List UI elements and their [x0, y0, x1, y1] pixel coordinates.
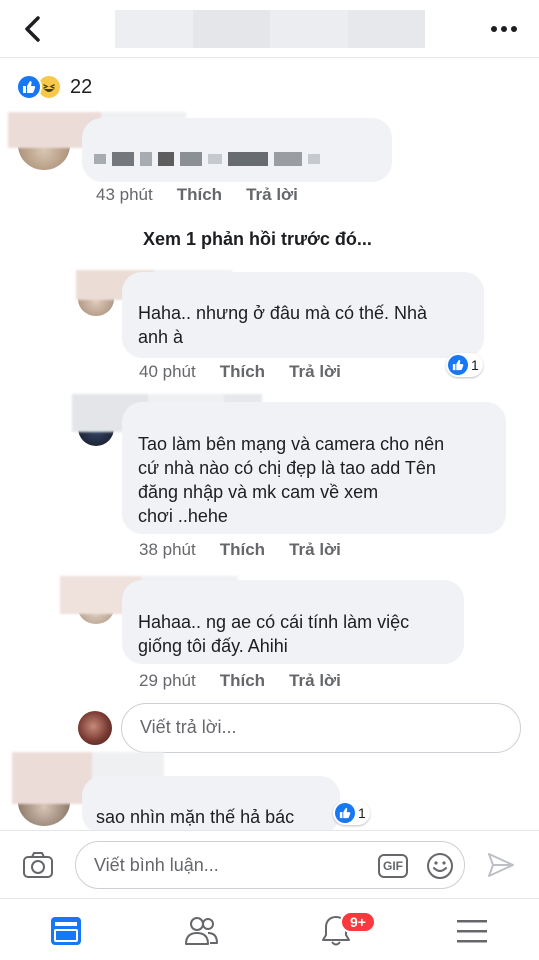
top-bar — [0, 0, 539, 58]
reaction-count: 1 — [358, 805, 366, 821]
tab-friends[interactable] — [183, 913, 219, 949]
emoji-icon — [427, 853, 453, 879]
reply-button[interactable]: Trả lời — [246, 185, 298, 205]
news-feed-icon — [51, 917, 81, 945]
like-button[interactable]: Thích — [220, 540, 265, 560]
camera-button[interactable] — [22, 851, 54, 879]
like-button[interactable]: Thích — [177, 185, 222, 205]
comment-input[interactable]: Viết bình luận... GIF — [75, 841, 465, 889]
reply-input[interactable]: Viết trả lời... — [121, 703, 521, 753]
post-reaction-summary[interactable]: 22 — [16, 72, 92, 102]
reply-meta: 29 phút Thích Trả lời — [139, 671, 341, 691]
current-user-avatar — [78, 711, 112, 745]
emoji-button[interactable] — [426, 852, 454, 880]
menu-icon — [457, 920, 487, 943]
comment-composer: Viết bình luận... GIF — [0, 830, 539, 898]
reply-button[interactable]: Trả lời — [289, 671, 341, 691]
like-button[interactable]: Thích — [220, 671, 265, 691]
reply-meta: 40 phút Thích Trả lời — [139, 362, 341, 382]
redacted-comment-text — [94, 150, 369, 168]
friends-icon — [185, 917, 218, 945]
notification-badge: 9+ — [340, 911, 376, 933]
reaction-count: 22 — [70, 75, 93, 98]
more-button[interactable] — [491, 26, 517, 34]
reply-reaction[interactable]: 1 — [446, 353, 483, 377]
reply-text: Haha.. nhưng ở đâu mà có thế. Nhà anh à — [138, 303, 428, 347]
comment-reaction[interactable]: 1 — [333, 801, 370, 825]
reply-button[interactable]: Trả lời — [289, 540, 341, 560]
reply-button[interactable]: Trả lời — [289, 362, 341, 382]
reply-time: 38 phút — [139, 540, 196, 559]
comment-input-placeholder: Viết bình luận... — [94, 855, 219, 875]
view-previous-replies-link[interactable]: Xem 1 phản hồi trước đó... — [143, 229, 372, 250]
reply-time: 40 phút — [139, 362, 196, 381]
like-button[interactable]: Thích — [220, 362, 265, 382]
back-button[interactable] — [18, 14, 48, 44]
reaction-count: 1 — [471, 357, 479, 373]
bottom-tab-bar: 9+ — [0, 898, 539, 960]
comment-meta: 43 phút Thích Trả lời — [96, 185, 298, 205]
more-horizontal-icon — [491, 26, 497, 32]
chevron-left-icon — [25, 16, 40, 42]
tab-news-feed[interactable] — [48, 913, 84, 949]
reply-text: Tao làm bên mạng và camera cho nên cứ nh… — [138, 434, 445, 526]
redacted-title — [115, 10, 425, 48]
reply-text: Hahaa.. ng ae có cái tính làm việc giống… — [138, 612, 410, 656]
send-icon — [488, 853, 514, 877]
like-icon — [448, 355, 468, 375]
send-button[interactable] — [486, 851, 516, 879]
reply-input-placeholder: Viết trả lời... — [140, 717, 237, 737]
tab-menu[interactable] — [454, 913, 490, 949]
reply-meta: 38 phút Thích Trả lời — [139, 540, 341, 560]
comment-text: sao nhìn mặn thế hả bác — [96, 807, 295, 827]
camera-icon — [23, 852, 53, 878]
like-icon — [16, 74, 42, 100]
reply-time: 29 phút — [139, 671, 196, 690]
comment-time: 43 phút — [96, 185, 153, 204]
gif-button[interactable]: GIF — [378, 854, 408, 878]
like-icon — [335, 803, 355, 823]
